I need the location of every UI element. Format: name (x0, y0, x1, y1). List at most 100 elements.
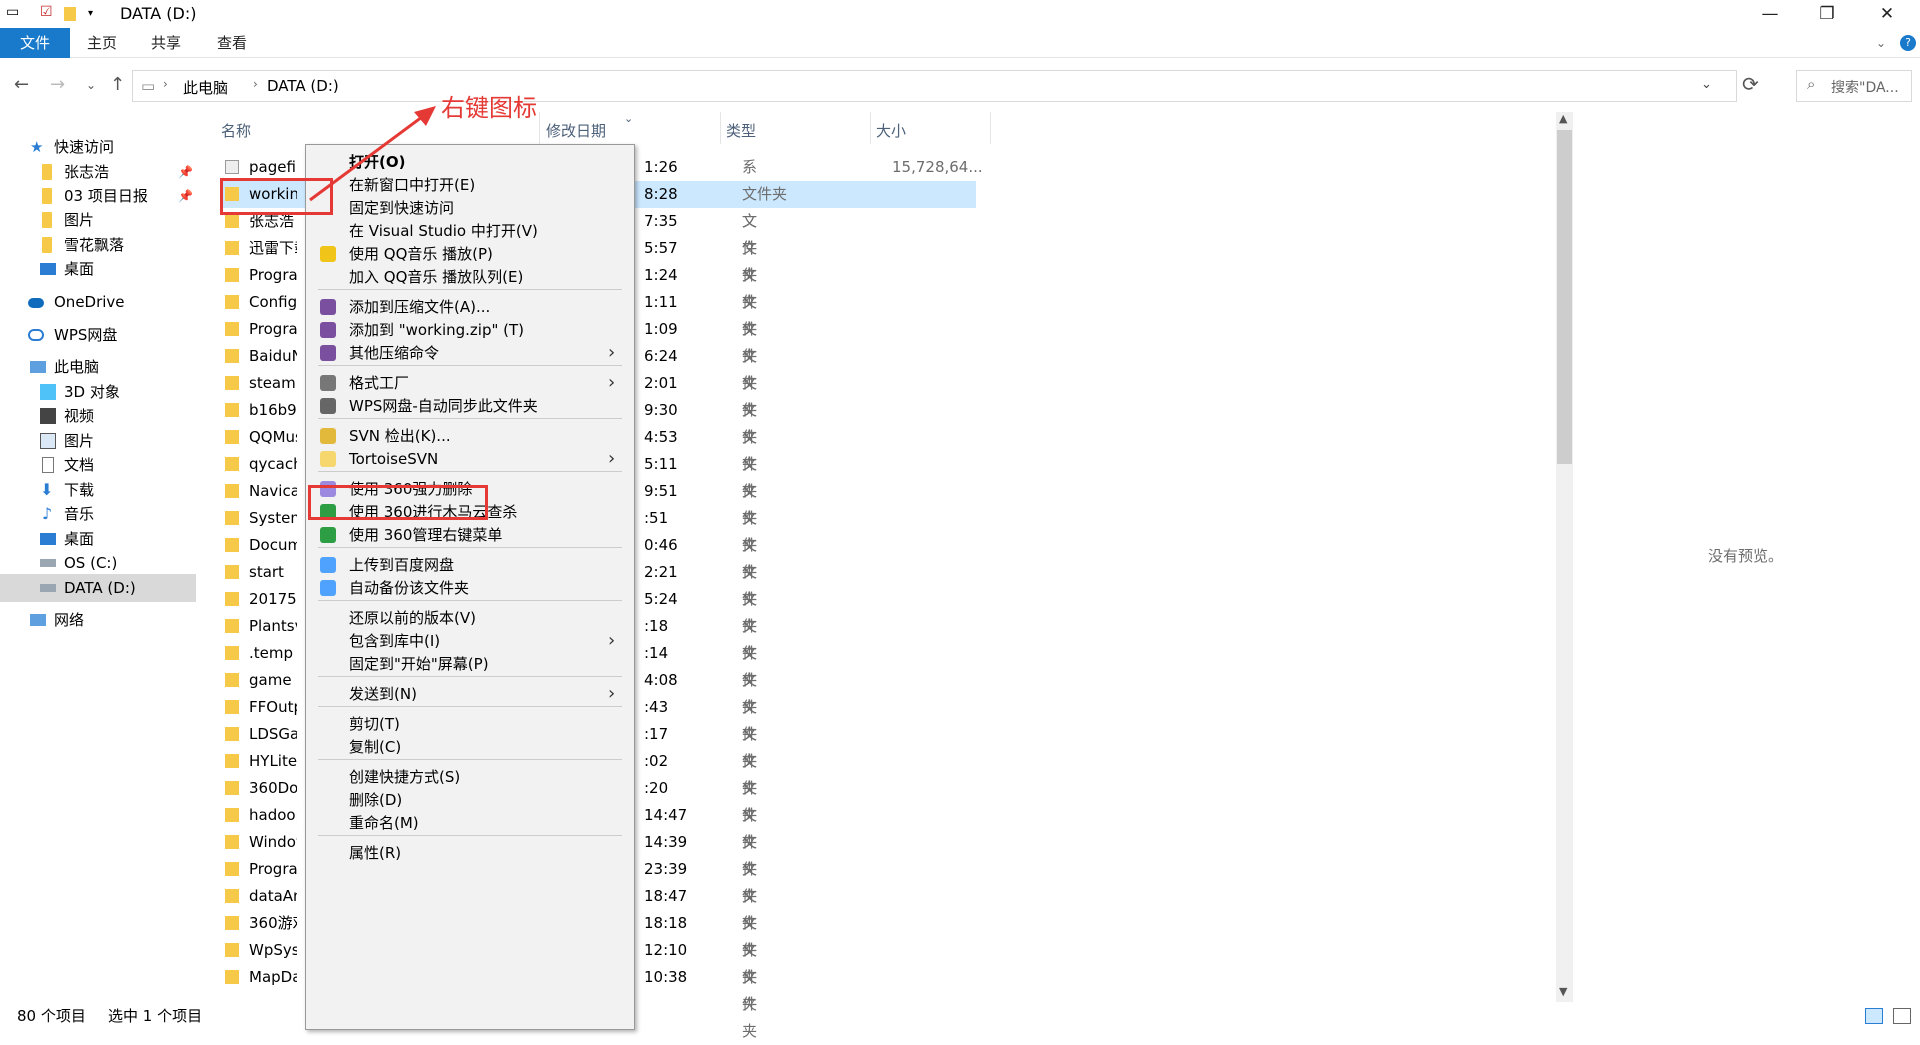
file-date: 2:01 (644, 374, 678, 392)
breadcrumb-drive[interactable]: DATA (D:) (255, 77, 339, 95)
scrollbar-thumb[interactable] (1557, 130, 1572, 464)
menu-separator (318, 471, 622, 472)
file-name: Navicat (249, 482, 297, 500)
folder-icon (225, 511, 239, 525)
menu-separator (318, 418, 622, 419)
address-dropdown-icon[interactable]: ⌄ (1701, 77, 1712, 92)
column-header-name[interactable]: 名称 (221, 120, 251, 141)
back-icon[interactable]: ← (14, 74, 29, 95)
title-bar: ▭ ☑ ▾ DATA (D:) — ❐ ✕ (0, 0, 1920, 28)
nav-music[interactable]: ♪ 音乐 (0, 500, 196, 528)
refresh-icon[interactable]: ⟳ (1742, 72, 1759, 96)
menu-item-5[interactable]: 加入 QQ音乐 播放队列(E) (306, 263, 634, 291)
search-box[interactable]: ⌕ 搜索"DA... (1796, 70, 1912, 102)
close-button[interactable]: ✕ (1864, 0, 1910, 28)
properties-icon[interactable]: ☑ (40, 4, 53, 20)
file-date: 18:18 (644, 914, 688, 932)
column-header-date[interactable]: 修改日期 (546, 120, 606, 141)
folder-icon (225, 565, 239, 579)
breadcrumb-this-pc[interactable]: 此电脑 (183, 77, 228, 98)
column-header-size[interactable]: 大小 (876, 120, 906, 141)
folder-icon (225, 349, 239, 363)
folder-icon (42, 212, 52, 228)
nav-label: 桌面 (64, 260, 95, 278)
file-name: Config.M (249, 293, 297, 311)
winrar-icon (320, 299, 336, 315)
recent-locations-icon[interactable]: ⌄ (86, 78, 96, 92)
qq-music-icon (320, 246, 336, 262)
customize-toolbar-icon[interactable]: ▾ (88, 8, 93, 19)
file-date: 12:10 (644, 941, 688, 959)
column-header-type[interactable]: 类型 (726, 120, 756, 141)
large-icons-view-icon[interactable] (1893, 1008, 1911, 1024)
scroll-down-icon[interactable]: ▼ (1559, 985, 1567, 998)
menu-item-12[interactable]: WPS网盘-自动同步此文件夹 (306, 392, 634, 420)
column-separator[interactable] (990, 112, 991, 144)
nav-wps-cloud[interactable]: WPS网盘 (0, 321, 196, 349)
folder-icon (225, 727, 239, 741)
file-name: Program (249, 320, 297, 338)
menu-separator (318, 289, 622, 290)
menu-item-28[interactable]: 发送到(N) › (306, 680, 634, 708)
drive-icon: ▭ (6, 4, 20, 20)
nav-folder-pictures-quick[interactable]: 图片 (0, 206, 196, 234)
nav-this-pc[interactable]: 此电脑 (0, 353, 196, 381)
folder-icon (225, 214, 239, 228)
system-file-icon (225, 160, 239, 174)
up-icon[interactable]: ↑ (110, 74, 125, 95)
nav-onedrive[interactable]: OneDrive (0, 288, 196, 316)
new-folder-icon[interactable] (64, 7, 76, 21)
folder-icon (225, 970, 239, 984)
file-name: hadoop (249, 806, 297, 824)
network-icon (30, 614, 46, 626)
nav-documents[interactable]: 文档 (0, 451, 196, 479)
tab-view[interactable]: 查看 (217, 32, 247, 58)
forward-icon[interactable]: → (50, 74, 65, 95)
menu-item-15[interactable]: TortoiseSVN › (306, 445, 634, 473)
file-date: 5:24 (644, 590, 678, 608)
expand-ribbon-icon[interactable]: ⌄ (1876, 32, 1886, 58)
tab-home[interactable]: 主页 (87, 32, 117, 58)
nav-network[interactable]: 网络 (0, 606, 196, 634)
scroll-up-icon[interactable]: ▲ (1559, 112, 1567, 125)
menu-separator (318, 547, 622, 548)
tab-share[interactable]: 共享 (151, 32, 181, 58)
menu-item-37[interactable]: 属性(R) (306, 839, 634, 867)
menu-item-26[interactable]: 固定到"开始"屏幕(P) (306, 650, 634, 678)
file-date: 9:51 (644, 482, 678, 500)
column-separator[interactable] (870, 112, 871, 144)
file-date: 14:39 (644, 833, 688, 851)
folder-icon (225, 457, 239, 471)
minimize-button[interactable]: — (1747, 0, 1793, 28)
menu-item-31[interactable]: 复制(C) (306, 733, 634, 761)
file-date: 6:24 (644, 347, 678, 365)
help-icon[interactable]: ? (1900, 35, 1916, 51)
nav-desktop-quick[interactable]: 桌面 (0, 255, 196, 283)
nav-label: 网络 (54, 611, 85, 629)
nav-drive-d[interactable]: DATA (D:) (0, 574, 196, 602)
menu-item-22[interactable]: 自动备份该文件夹 (306, 574, 634, 602)
menu-item-35[interactable]: 重命名(M) (306, 809, 634, 837)
column-separator[interactable] (539, 112, 540, 144)
address-bar[interactable]: ▭ › 此电脑 › DATA (D:) ⌄ (132, 70, 1737, 102)
details-view-icon[interactable] (1865, 1008, 1883, 1024)
nav-label: OneDrive (54, 293, 125, 311)
file-date: :17 (644, 725, 669, 743)
baidu-cloud-icon (320, 557, 336, 573)
nav-quick-access[interactable]: ★ 快速访问 (0, 133, 196, 161)
file-name: HYLiteR (249, 752, 297, 770)
file-date: 2:21 (644, 563, 678, 581)
maximize-button[interactable]: ❐ (1804, 0, 1850, 28)
wps-icon (320, 398, 336, 414)
menu-item-9[interactable]: 其他压缩命令 › (306, 339, 634, 367)
sort-chevron-icon: ⌄ (624, 112, 634, 125)
nav-drive-c[interactable]: OS (C:) (0, 549, 196, 577)
nav-videos[interactable]: 视频 (0, 402, 196, 430)
column-separator[interactable] (720, 112, 721, 144)
menu-item-19[interactable]: 使用 360管理右键菜单 (306, 521, 634, 549)
file-name: .temp (249, 644, 294, 662)
file-name: dataAna (249, 887, 297, 905)
file-date: 5:11 (644, 455, 678, 473)
tab-file[interactable]: 文件 (0, 28, 70, 58)
file-name: pagefile (249, 158, 297, 176)
